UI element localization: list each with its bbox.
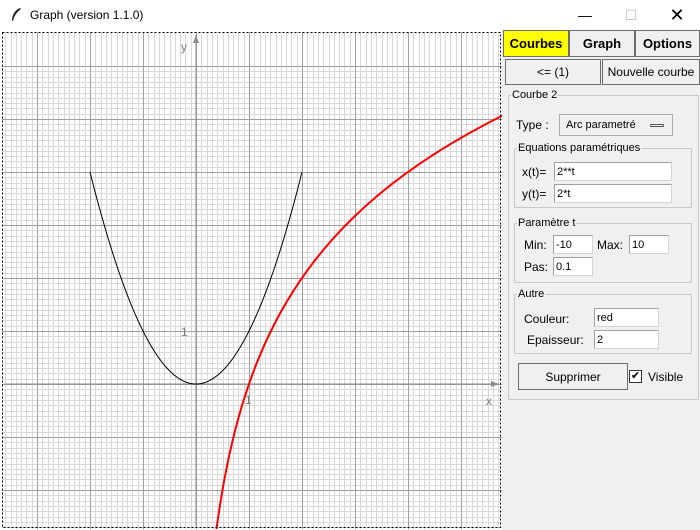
- maximize-button[interactable]: ☐: [608, 0, 654, 30]
- control-panel: Courbes Graph Options <= (1) Nouvelle co…: [502, 30, 700, 530]
- yt-input[interactable]: 2*t: [554, 184, 672, 203]
- tab-options[interactable]: Options: [635, 30, 700, 57]
- minimize-icon: —: [578, 7, 592, 23]
- y-axis-arrow-icon: [193, 35, 199, 43]
- x-axis-label: x: [486, 394, 492, 408]
- max-label: Max:: [597, 238, 624, 252]
- xt-label: x(t)=: [522, 165, 547, 179]
- color-input[interactable]: red: [594, 308, 659, 327]
- option-menu-indicator-icon: [650, 124, 664, 127]
- tab-graph[interactable]: Graph: [569, 30, 635, 57]
- title-bar: Graph (version 1.1.0) — ☐ ✕: [0, 0, 700, 30]
- visible-label: Visible: [648, 370, 684, 384]
- yt-label: y(t)=: [522, 187, 547, 201]
- tab-courbes[interactable]: Courbes: [503, 30, 569, 57]
- equations-frame-title: Equations paramétriques: [518, 142, 641, 154]
- y-axis-label: y: [181, 40, 187, 54]
- curve-2-parametric: [215, 114, 502, 529]
- max-input[interactable]: 10: [629, 235, 669, 254]
- step-label: Pas:: [524, 260, 549, 274]
- type-select-value: Arc parametré: [566, 119, 636, 131]
- minimize-button[interactable]: —: [562, 0, 608, 30]
- graph-plot: x y 1 1: [2, 32, 502, 529]
- grid-major: [2, 32, 502, 529]
- feather-icon: [12, 8, 21, 21]
- previous-curve-button[interactable]: <= (1): [505, 59, 601, 85]
- close-icon: ✕: [669, 4, 685, 25]
- close-button[interactable]: ✕: [654, 0, 700, 30]
- min-input[interactable]: -10: [553, 235, 593, 254]
- thickness-label: Epaisseur:: [527, 333, 584, 347]
- checkmark-icon: ✔: [630, 370, 641, 382]
- type-select[interactable]: Arc parametré: [559, 114, 673, 136]
- thickness-input[interactable]: 2: [594, 330, 659, 349]
- min-label: Min:: [524, 238, 547, 252]
- y-tick-label: 1: [181, 325, 188, 339]
- xt-input[interactable]: 2**t: [554, 162, 672, 181]
- x-axis-arrow-icon: [491, 381, 499, 387]
- grid-minor: [2, 32, 502, 529]
- other-frame-title: Autre: [518, 288, 545, 300]
- color-label: Couleur:: [524, 312, 570, 326]
- new-curve-button[interactable]: Nouvelle courbe: [602, 59, 700, 85]
- window-title: Graph (version 1.1.0): [30, 8, 144, 22]
- visible-checkbox[interactable]: ✔: [629, 370, 642, 383]
- graph-canvas[interactable]: x y 1 1: [2, 32, 502, 529]
- curve-frame-title: Courbe 2: [512, 89, 558, 101]
- maximize-icon: ☐: [624, 6, 638, 23]
- parameter-frame-title: Paramètre t: [518, 217, 576, 229]
- delete-curve-button[interactable]: Supprimer: [518, 363, 628, 390]
- type-label: Type :: [516, 118, 549, 132]
- step-input[interactable]: 0.1: [553, 257, 593, 276]
